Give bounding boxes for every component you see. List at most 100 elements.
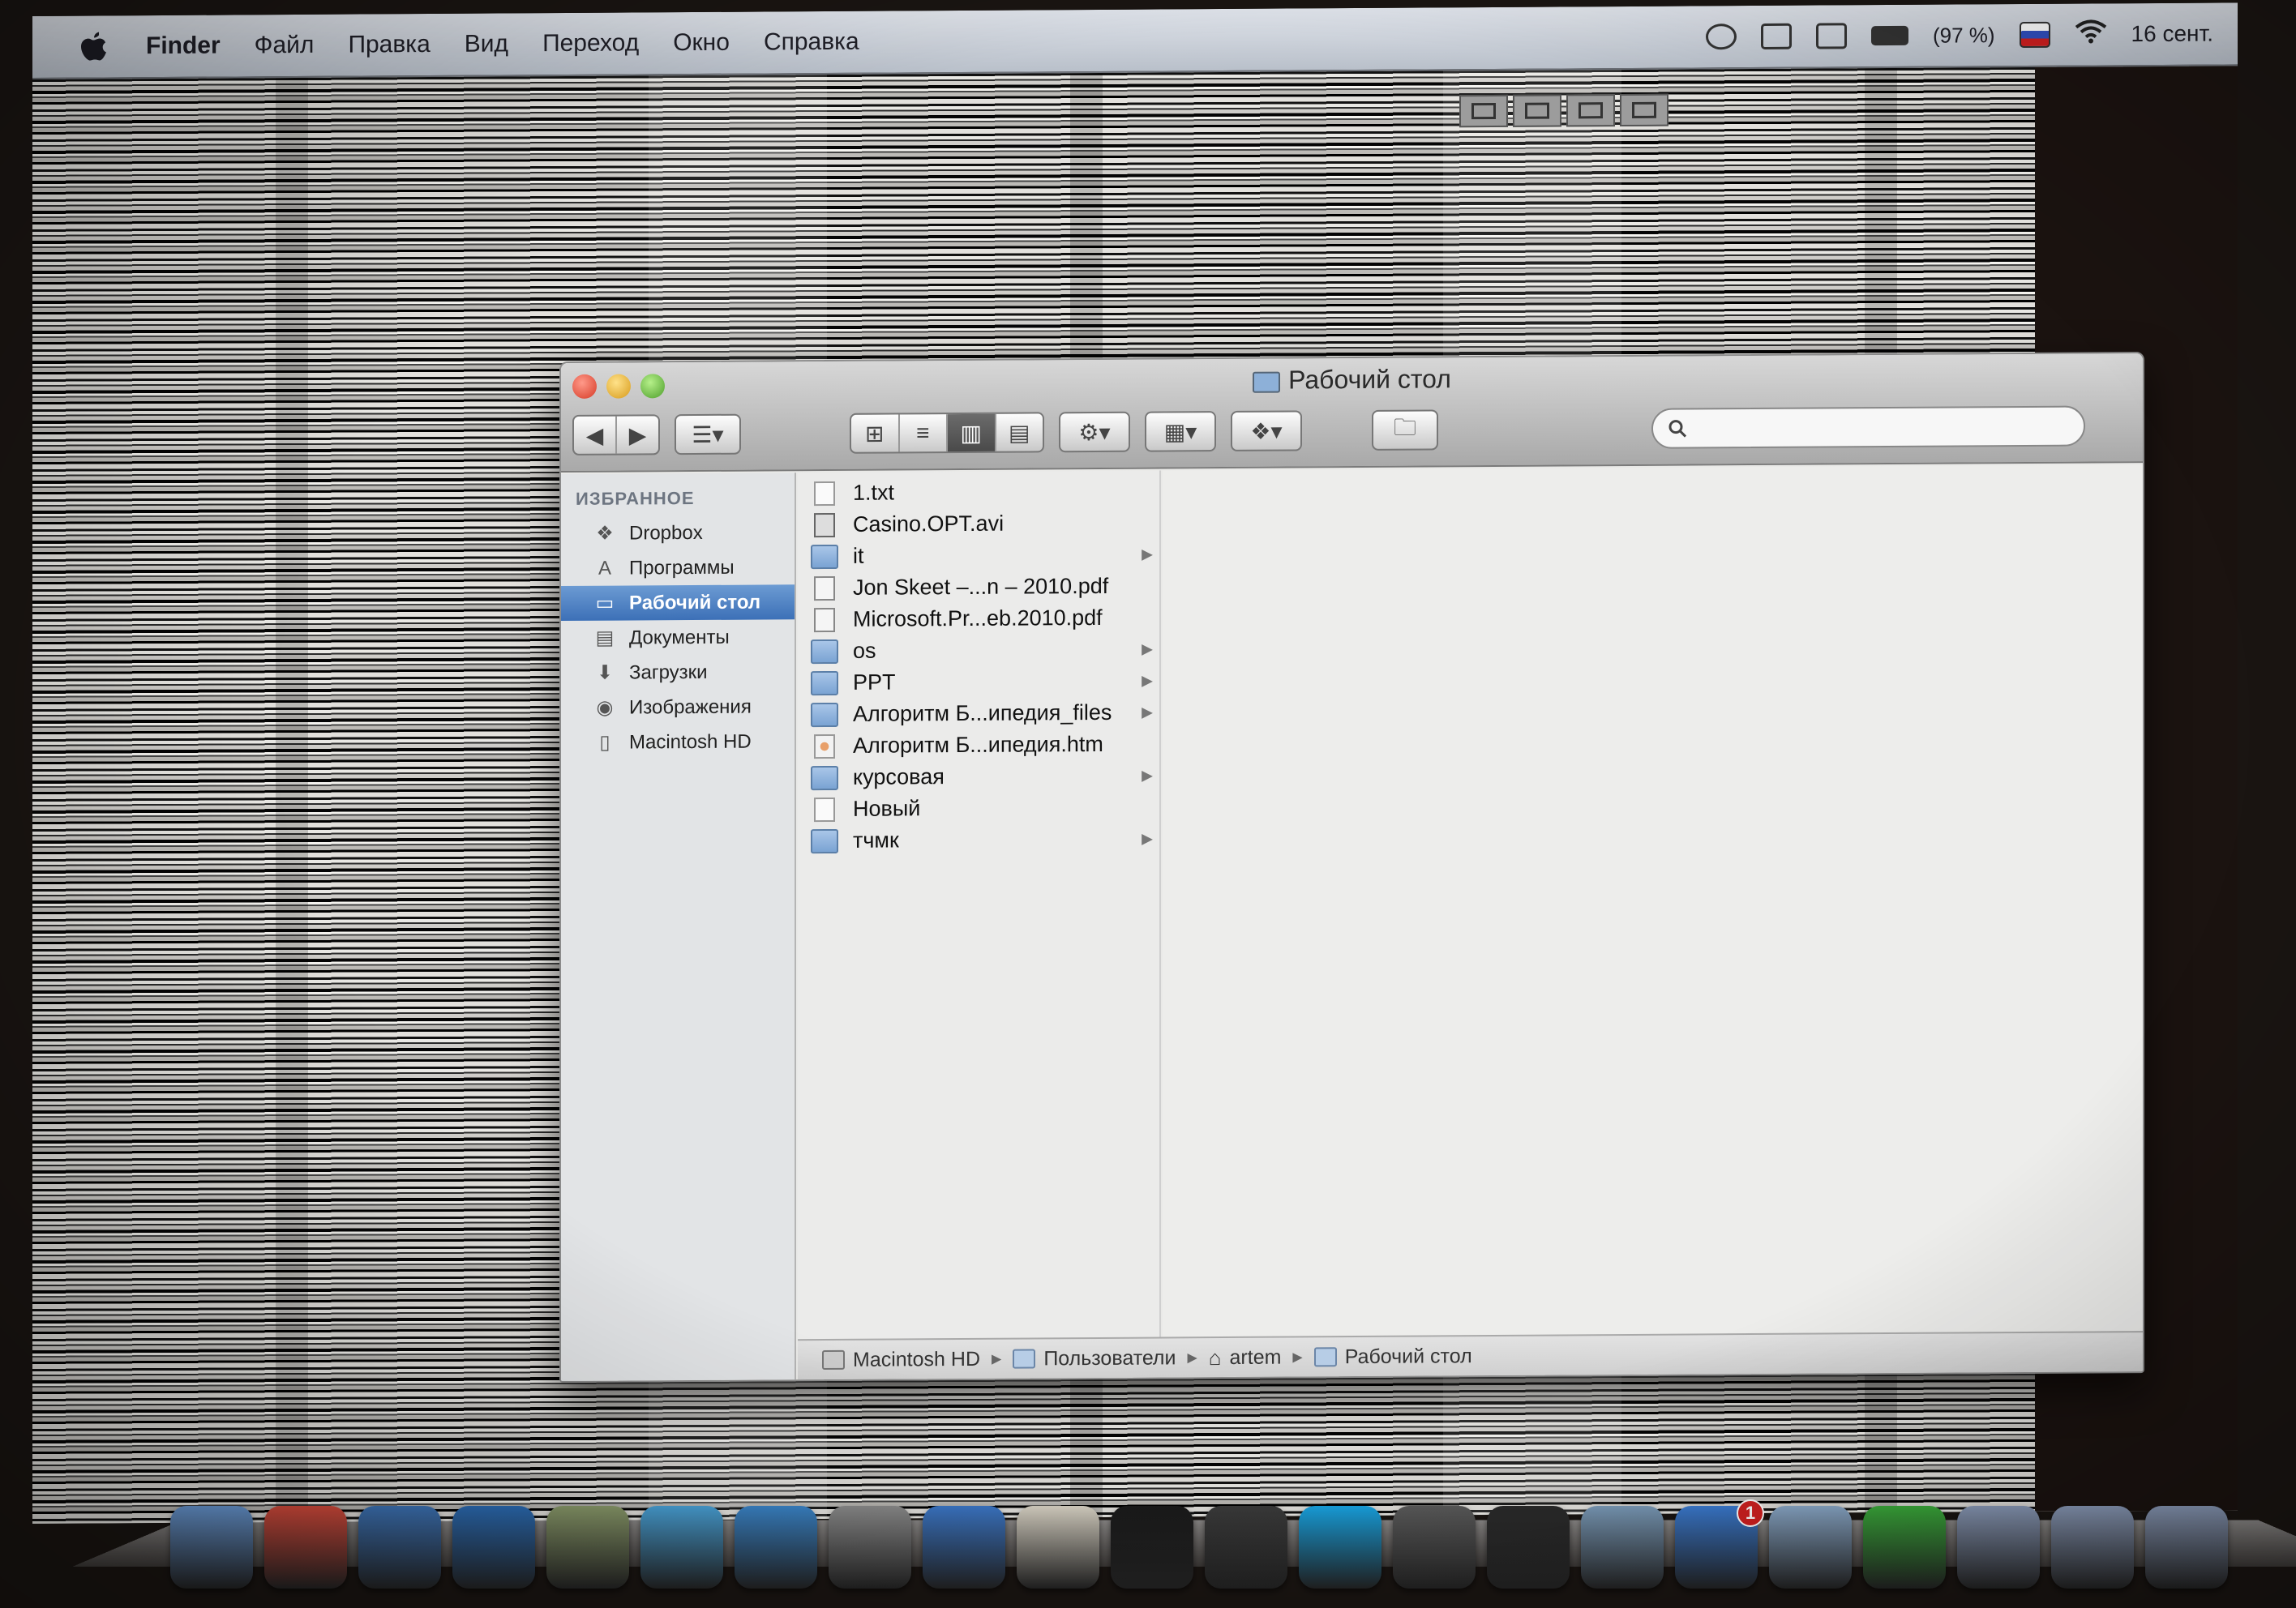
list-item[interactable]: Microsoft.Pr...eb.2010.pdf [798,602,1159,636]
file-name: 1.txt [853,480,895,505]
list-item[interactable]: os ▶ [798,634,1159,668]
itunes-icon[interactable] [923,1506,1005,1589]
menu-window[interactable]: Окно [673,29,730,57]
menu-edit[interactable]: Правка [348,31,430,59]
action-menu-button[interactable]: ⚙▾ [1059,411,1130,453]
system-preferences-icon[interactable] [829,1506,911,1589]
sidebar-item-macintosh-hd[interactable]: ▯ Macintosh HD [561,724,795,760]
sidebar-item-dropbox[interactable]: ❖ Dropbox [561,515,795,551]
view-mode-icon-3[interactable] [1566,94,1615,127]
display-icon[interactable] [1760,23,1792,49]
list-item[interactable]: Алгоритм Б...ипедия_files ▶ [798,697,1159,731]
sidebar-item-downloads[interactable]: ⬇ Загрузки [561,654,795,691]
search-field[interactable] [1651,405,2085,449]
clock[interactable]: 16 сент. [2131,21,2213,48]
file-name: тчмк [853,828,899,853]
iphoto-icon[interactable] [546,1506,629,1589]
search-icon [1668,420,1687,438]
arrange-button[interactable]: ▦▾ [1145,411,1216,452]
column-view-button[interactable]: ▥ [948,413,996,452]
downloads-stack-icon[interactable] [2051,1506,2134,1589]
status-area: (97 %) 16 сент. [1705,18,2238,52]
wifi-icon[interactable] [2075,19,2107,49]
arrange-menu-button[interactable]: ☰▾ [675,413,741,455]
menu-help[interactable]: Справка [764,28,859,57]
new-folder-button[interactable]: 🗀 [1372,409,1438,451]
pictures-icon: ◉ [596,696,614,719]
list-item[interactable]: Casino.OPT.avi [798,507,1159,541]
back-button[interactable]: ◀ [574,416,617,454]
folder-icon [811,544,838,569]
sidebar-section-favorites: ИЗБРАННОЕ [576,488,695,509]
dropbox-icon: ❖▾ [1250,418,1283,444]
xcode-icon[interactable] [1863,1506,1946,1589]
view-mode-icon-2[interactable] [1513,94,1561,127]
time-machine-icon[interactable] [1705,24,1737,50]
icon-view-button[interactable]: ⊞ [851,414,900,452]
path-crumb[interactable]: Рабочий стол [1313,1345,1472,1369]
sidebar-item-pictures[interactable]: ◉ Изображения [561,689,795,725]
documents-stack-icon[interactable] [2145,1506,2228,1589]
list-item[interactable]: PPT ▶ [798,665,1159,699]
list-item[interactable]: Новый [798,792,1159,826]
facetime-icon[interactable] [1393,1506,1476,1589]
skype-icon[interactable] [1299,1506,1381,1589]
view-mode-icon-1[interactable] [1459,94,1508,128]
list-item[interactable]: курсовая ▶ [798,760,1159,794]
list-item[interactable]: тчмк ▶ [798,823,1159,857]
file-name: it [853,543,864,568]
window-title: Рабочий стол [561,360,2143,400]
teamviewer-icon[interactable] [452,1506,535,1589]
pdf-file-icon [814,575,835,601]
coverflow-view-button[interactable]: ▤ [996,413,1043,451]
terminal-icon[interactable] [1111,1506,1193,1589]
list-item[interactable]: it ▶ [798,539,1159,573]
html-file-icon [814,733,835,759]
path-separator-icon: ▶ [1187,1351,1197,1366]
finder-icon[interactable] [170,1506,253,1589]
dropbox-toolbar-button[interactable]: ❖▾ [1231,410,1302,451]
menu-file[interactable]: Файл [255,32,315,59]
network-utility-icon[interactable] [1581,1506,1664,1589]
empty-column[interactable] [1163,464,2143,1337]
floating-view-toolbar [1459,93,1668,128]
apple-menu-icon[interactable] [73,26,114,66]
forward-button[interactable]: ▶ [617,416,658,453]
chrome-icon[interactable] [264,1506,347,1589]
menu-bar: Finder Файл Правка Вид Переход Окно Спра… [32,2,2238,79]
path-crumb[interactable]: Macintosh HD [822,1347,980,1371]
file-name: Алгоритм Б...ипедия_files [853,699,1112,726]
path-crumb[interactable]: ⌂ artem [1209,1345,1282,1371]
battery-icon[interactable] [1870,25,1908,46]
photographed-screen: Finder Файл Правка Вид Переход Окно Спра… [32,2,2238,1524]
disclosure-arrow-icon: ▶ [1142,672,1153,689]
menu-view[interactable]: Вид [465,30,508,58]
mail-icon[interactable] [1769,1506,1852,1589]
menu-finder[interactable]: Finder [146,32,221,61]
twitter-icon[interactable] [640,1506,723,1589]
quicktime-icon[interactable] [358,1506,441,1589]
safari-icon[interactable] [735,1506,817,1589]
applications-stack-icon[interactable] [1957,1506,2040,1589]
list-view-button[interactable]: ≡ [899,414,948,452]
input-flag-icon[interactable] [2019,21,2050,49]
path-crumb[interactable]: Пользователи [1013,1346,1176,1371]
list-item[interactable]: Jon Skeet –...n – 2010.pdf [798,571,1159,605]
menu-go[interactable]: Переход [542,29,639,58]
sidebar-item-documents[interactable]: ▤ Документы [561,619,795,656]
textedit-icon[interactable] [1017,1506,1099,1589]
sidebar-item-applications[interactable]: A Программы [561,550,795,586]
mirroring-icon[interactable] [1815,23,1847,49]
search-input[interactable] [1698,413,2063,441]
view-mode-icon-4[interactable] [1620,93,1668,127]
adium-icon[interactable] [1205,1506,1287,1589]
app-store-icon[interactable]: 1 [1675,1499,1764,1589]
battery-percent: (97 %) [1932,22,1995,48]
disclosure-arrow-icon: ▶ [1142,545,1153,562]
disclosure-arrow-icon: ▶ [1142,704,1153,721]
activity-monitor-icon[interactable] [1487,1506,1570,1589]
sidebar-item-desktop[interactable]: ▭ Рабочий стол [561,584,795,622]
path-separator-icon: ▶ [992,1352,1002,1366]
list-item[interactable]: Алгоритм Б...ипедия.htm [798,729,1159,763]
list-item[interactable]: 1.txt [798,476,1159,510]
